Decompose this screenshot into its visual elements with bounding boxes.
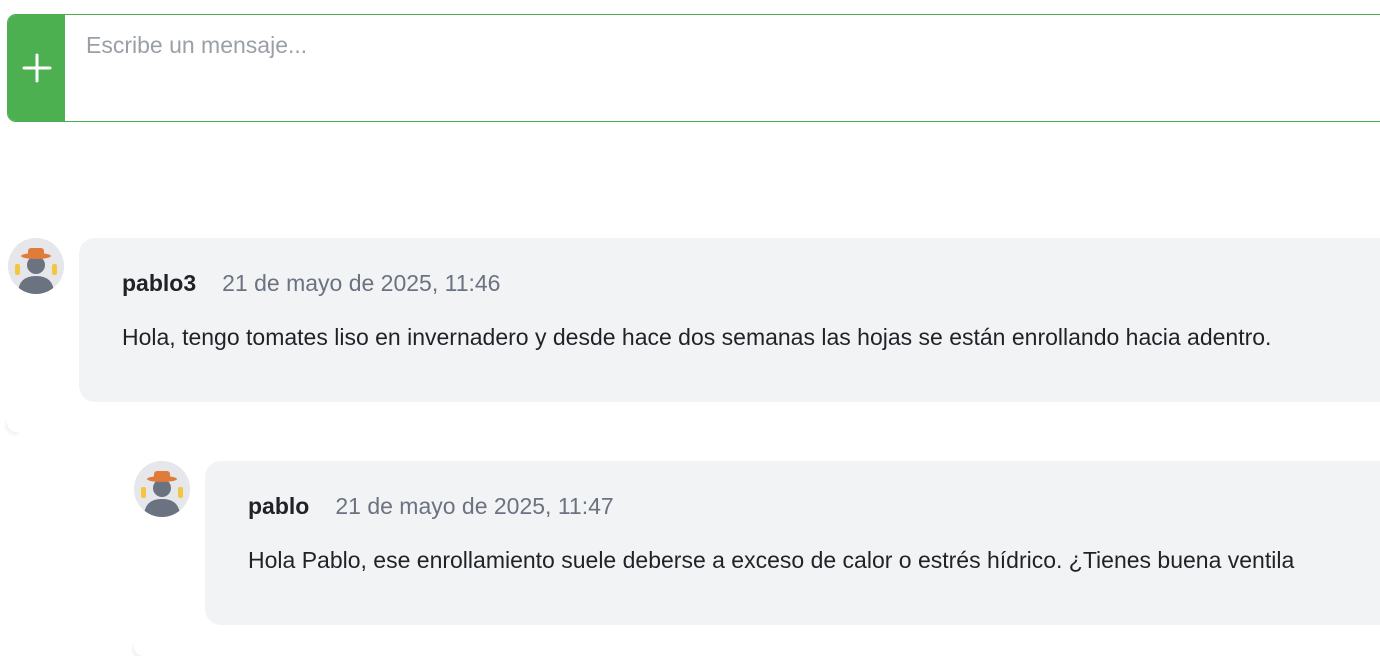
- comment-meta: pablo 21 de mayo de 2025, 11:47: [248, 493, 614, 520]
- farmer-avatar-icon: [134, 461, 190, 517]
- comment-bubble: [205, 461, 1380, 625]
- message-input[interactable]: [65, 15, 1380, 121]
- comment-date: 21 de mayo de 2025, 11:46: [222, 270, 501, 296]
- plus-icon: [22, 53, 51, 83]
- farmer-avatar-icon: [8, 238, 64, 294]
- bubble-tail: [7, 418, 21, 432]
- message-composer: [7, 14, 1380, 122]
- add-attachment-button[interactable]: [8, 15, 65, 121]
- comment-meta: pablo3 21 de mayo de 2025, 11:46: [122, 270, 500, 297]
- comment-text: Hola Pablo, ese enrollamiento suele debe…: [248, 547, 1295, 573]
- comment-author[interactable]: pablo3: [122, 270, 196, 296]
- bubble-tail: [134, 642, 148, 656]
- comment-author[interactable]: pablo: [248, 493, 309, 519]
- comment-date: 21 de mayo de 2025, 11:47: [335, 493, 614, 519]
- comment-bubble: [79, 238, 1380, 402]
- comment-text: Hola, tengo tomates liso en invernadero …: [122, 324, 1272, 350]
